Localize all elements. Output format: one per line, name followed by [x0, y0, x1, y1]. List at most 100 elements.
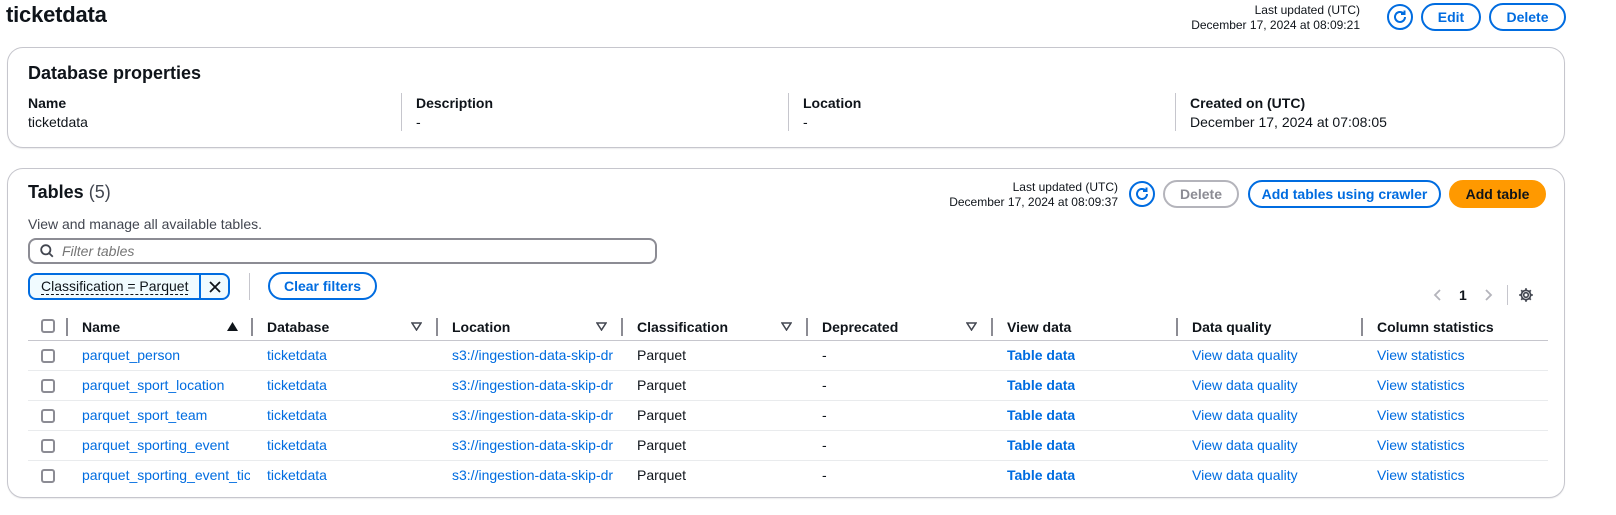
add-tables-crawler-button[interactable]: Add tables using crawler	[1248, 180, 1441, 208]
location-link[interactable]: s3://ingestion-data-skip-dr	[452, 407, 620, 423]
close-icon	[208, 280, 221, 293]
column-header-classification[interactable]: Classification	[637, 319, 728, 335]
table-data-link[interactable]: Table data	[1007, 437, 1075, 453]
property-label: Description	[416, 95, 494, 111]
location-link[interactable]: s3://ingestion-data-skip-dr	[452, 377, 620, 393]
row-checkbox[interactable]	[41, 409, 55, 423]
database-link[interactable]: ticketdata	[267, 407, 435, 423]
column-header-name[interactable]: Name	[82, 319, 120, 335]
table-name-link[interactable]: parquet_sport_location	[82, 377, 250, 393]
row-checkbox[interactable]	[41, 439, 55, 453]
database-link[interactable]: ticketdata	[267, 377, 435, 393]
delete-table-button[interactable]: Delete	[1163, 180, 1239, 208]
view-statistics-link[interactable]: View statistics	[1377, 347, 1465, 363]
search-icon	[40, 244, 54, 258]
deprecated-cell: -	[822, 377, 827, 393]
row-checkbox[interactable]	[41, 349, 55, 363]
view-data-quality-link[interactable]: View data quality	[1192, 467, 1298, 483]
select-all-checkbox[interactable]	[41, 319, 55, 333]
classification-cell: Parquet	[637, 467, 687, 483]
view-data-quality-link[interactable]: View data quality	[1192, 407, 1298, 423]
property-divider	[1175, 93, 1176, 131]
clear-filters-button[interactable]: Clear filters	[268, 272, 377, 300]
sort-icon[interactable]	[596, 322, 607, 331]
location-link[interactable]: s3://ingestion-data-skip-dr	[452, 467, 620, 483]
table-data-link[interactable]: Table data	[1007, 407, 1075, 423]
page-number[interactable]: 1	[1459, 287, 1467, 303]
view-data-quality-link[interactable]: View data quality	[1192, 347, 1298, 363]
column-header-column-statistics: Column statistics	[1377, 319, 1494, 335]
property-label: Location	[803, 95, 862, 111]
sort-ascending-icon[interactable]	[227, 322, 238, 331]
sort-icon[interactable]	[966, 322, 977, 331]
table-name-link[interactable]: parquet_sport_team	[82, 407, 250, 423]
table-row: parquet_sport_team ticketdata s3://inges…	[28, 401, 1548, 431]
sort-icon[interactable]	[411, 322, 422, 331]
view-statistics-link[interactable]: View statistics	[1377, 377, 1465, 393]
table-data-link[interactable]: Table data	[1007, 377, 1075, 393]
column-header-deprecated[interactable]: Deprecated	[822, 319, 898, 335]
view-statistics-link[interactable]: View statistics	[1377, 437, 1465, 453]
classification-cell: Parquet	[637, 377, 687, 393]
location-link[interactable]: s3://ingestion-data-skip-dr	[452, 347, 620, 363]
database-link[interactable]: ticketdata	[267, 347, 435, 363]
database-properties-panel: Database properties Name ticketdata Desc…	[7, 47, 1565, 148]
property-description: Description -	[416, 94, 493, 132]
edit-button[interactable]: Edit	[1421, 3, 1481, 31]
deprecated-cell: -	[822, 437, 827, 453]
view-statistics-link[interactable]: View statistics	[1377, 407, 1465, 423]
chevron-right-icon[interactable]	[1483, 288, 1493, 302]
filter-tables-search[interactable]	[28, 238, 657, 264]
column-separator	[436, 318, 438, 336]
table-name-link[interactable]: parquet_sporting_event	[82, 437, 250, 453]
table-name-link[interactable]: parquet_sporting_event_tic	[82, 467, 250, 483]
column-header-database[interactable]: Database	[267, 319, 329, 335]
deprecated-cell: -	[822, 407, 827, 423]
delete-database-button[interactable]: Delete	[1489, 3, 1566, 31]
add-table-button[interactable]: Add table	[1449, 180, 1546, 208]
column-separator	[1361, 318, 1363, 336]
database-link[interactable]: ticketdata	[267, 467, 435, 483]
filter-token-label[interactable]: Classification = Parquet	[30, 275, 199, 298]
row-checkbox[interactable]	[41, 379, 55, 393]
remove-filter-button[interactable]	[199, 275, 228, 298]
table-name-link[interactable]: parquet_person	[82, 347, 250, 363]
tables-description: View and manage all available tables.	[28, 216, 263, 232]
filter-tables-input[interactable]	[62, 243, 622, 259]
table-row: parquet_sporting_event_tic ticketdata s3…	[28, 461, 1548, 491]
property-created-on: Created on (UTC) December 17, 2024 at 07…	[1190, 94, 1387, 132]
page-refresh-button[interactable]	[1387, 4, 1413, 30]
table-data-link[interactable]: Table data	[1007, 467, 1075, 483]
tables-last-updated-label: Last updated (UTC)	[1012, 180, 1118, 194]
page-last-updated: Last updated (UTC) December 17, 2024 at …	[1191, 3, 1360, 33]
table-data-link[interactable]: Table data	[1007, 347, 1075, 363]
sort-icon[interactable]	[781, 322, 792, 331]
property-value: ticketdata	[28, 114, 88, 130]
tables-refresh-button[interactable]	[1129, 181, 1155, 207]
view-statistics-link[interactable]: View statistics	[1377, 467, 1465, 483]
column-separator	[621, 318, 623, 336]
deprecated-cell: -	[822, 347, 827, 363]
page-last-updated-label: Last updated (UTC)	[1254, 3, 1360, 17]
page-last-updated-value: December 17, 2024 at 08:09:21	[1191, 18, 1360, 32]
tables-panel: Tables (5) View and manage all available…	[7, 168, 1565, 498]
classification-cell: Parquet	[637, 347, 687, 363]
tables-title: Tables (5)	[28, 182, 111, 203]
property-name: Name ticketdata	[28, 94, 88, 132]
column-separator	[991, 318, 993, 336]
property-divider	[401, 93, 402, 131]
refresh-icon	[1136, 187, 1148, 200]
view-data-quality-link[interactable]: View data quality	[1192, 437, 1298, 453]
location-link[interactable]: s3://ingestion-data-skip-dr	[452, 437, 620, 453]
tables-last-updated: Last updated (UTC) December 17, 2024 at …	[949, 180, 1118, 210]
settings-gear-icon[interactable]	[1518, 287, 1534, 303]
table-header: Name Database Location Classification De…	[28, 315, 1548, 341]
view-data-quality-link[interactable]: View data quality	[1192, 377, 1298, 393]
row-checkbox[interactable]	[41, 469, 55, 483]
property-value: December 17, 2024 at 07:08:05	[1190, 114, 1387, 130]
pagination: 1	[1433, 285, 1534, 305]
column-header-location[interactable]: Location	[452, 319, 510, 335]
database-properties-title: Database properties	[28, 63, 202, 83]
database-link[interactable]: ticketdata	[267, 437, 435, 453]
chevron-left-icon[interactable]	[1433, 288, 1443, 302]
